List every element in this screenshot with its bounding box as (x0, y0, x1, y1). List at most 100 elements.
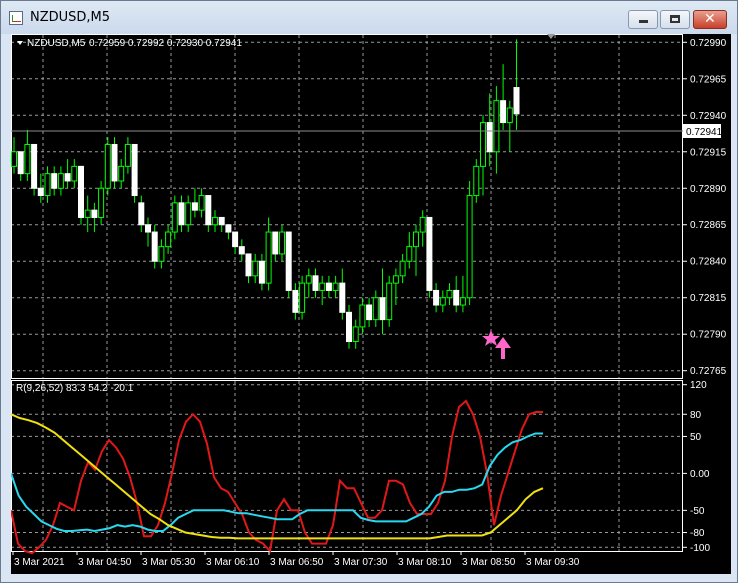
candle-body (506, 107, 513, 124)
candle-body (285, 231, 292, 291)
indicator-tick-label: 80 (690, 410, 702, 421)
time-tick-label: 3 Mar 05:30 (142, 557, 196, 568)
indicator-tick-label: -50 (690, 506, 705, 517)
current-price-label: 0.72941 (686, 127, 723, 138)
candle-body (78, 165, 84, 218)
candle-body (191, 202, 198, 211)
symbol-menu-icon[interactable] (17, 41, 23, 45)
candle-body (459, 297, 466, 306)
indicator-tick-label: 0.00 (690, 469, 710, 480)
candle-body (473, 165, 480, 197)
price-tick-label: 0.72965 (690, 74, 727, 85)
candle-body (406, 246, 413, 262)
candle-body (11, 151, 17, 167)
candle-body (212, 216, 218, 226)
candle-body (131, 143, 138, 197)
indicator-tick-label: -80 (690, 528, 705, 539)
candle-body (258, 260, 265, 284)
candle-body (500, 100, 507, 124)
indicator-tick-label: 120 (690, 380, 707, 391)
candle-body (439, 297, 446, 306)
price-tick-label: 0.72940 (690, 111, 727, 122)
candle-body (238, 246, 245, 255)
candle-body (419, 216, 426, 233)
close-icon: ✕ (704, 11, 716, 27)
symbol-label: NZDUSD,M5 (27, 38, 86, 49)
candle-body (185, 202, 192, 226)
candle-body (279, 231, 285, 255)
candle-body (51, 173, 58, 189)
candle-body (299, 282, 306, 313)
indicator-lines (10, 399, 544, 555)
candle-body (493, 100, 500, 153)
indicator-tick-label: -100 (690, 543, 710, 554)
candle-body (352, 326, 359, 343)
candle-body (171, 202, 178, 233)
candle-body (71, 165, 78, 182)
candle-body (433, 289, 440, 306)
candle-body (91, 209, 98, 218)
candle-body (145, 224, 151, 233)
candle-body (17, 151, 24, 175)
price-tick-label: 0.72765 (690, 366, 727, 377)
candle-body (24, 143, 31, 175)
ohlc-label: 0.72959 0.72992 0.72930 0.72941 (89, 38, 242, 49)
candle-body (399, 260, 406, 277)
candle-body (372, 297, 379, 321)
candle-body (426, 216, 433, 291)
candle-body (332, 282, 339, 291)
candle-body (205, 195, 212, 226)
time-tick-label: 3 Mar 06:10 (206, 557, 260, 568)
maximize-icon (670, 15, 680, 23)
chart-canvas[interactable]: NZDUSD,M5 0.72959 0.72992 0.72930 0.7294… (10, 34, 731, 574)
candle-body (111, 143, 118, 182)
candle-body (366, 304, 373, 321)
candles (11, 39, 520, 349)
price-tick-label: 0.72790 (690, 330, 727, 341)
candle-body (64, 173, 71, 182)
candle-body (386, 282, 393, 321)
price-tick-label: 0.72865 (690, 220, 727, 231)
candle-body (392, 275, 399, 284)
candle-body (218, 216, 225, 226)
candle-body (513, 87, 520, 115)
candle-body (31, 143, 38, 189)
candle-body (319, 282, 326, 291)
candle-body (252, 260, 259, 277)
candle-body (118, 165, 125, 182)
candle-body (486, 122, 493, 153)
indicator-axis: 120 80 50 0.00 -50 -80 -100 (683, 380, 710, 554)
time-tick-label: 3 Mar 06:50 (270, 557, 324, 568)
chart-window: NZDUSD,M5 ✕ NZDUSD,M5 0.72959 0.72992 0.… (0, 0, 738, 583)
time-tick-label: 3 Mar 04:50 (78, 557, 132, 568)
time-tick-label: 3 Mar 09:30 (526, 557, 580, 568)
candle-body (346, 311, 352, 343)
chart-area[interactable]: NZDUSD,M5 0.72959 0.72992 0.72930 0.7294… (10, 34, 731, 574)
indicator-line-r26 (10, 432, 543, 533)
candle-body (104, 143, 111, 189)
candle-body (98, 187, 105, 218)
close-button[interactable]: ✕ (693, 10, 727, 29)
chart-shift-marker-icon[interactable] (547, 34, 555, 39)
title-bar[interactable]: NZDUSD,M5 ✕ (1, 1, 737, 34)
candle-body (225, 224, 232, 233)
minimize-icon (639, 20, 648, 23)
candle-body (359, 304, 366, 328)
maximize-button[interactable] (660, 10, 690, 29)
up-arrow-signal-icon (495, 337, 511, 359)
indicator-tick-label: 50 (690, 432, 702, 443)
chart-grid (11, 35, 683, 551)
candle-body (138, 202, 145, 226)
candle-body (198, 195, 205, 211)
time-tick-label: 3 Mar 07:30 (334, 557, 388, 568)
candle-body (158, 246, 165, 262)
price-tick-label: 0.72915 (690, 147, 727, 158)
candle-body (312, 275, 319, 291)
candle-body (453, 289, 460, 306)
candle-body (37, 187, 44, 197)
minimize-button[interactable] (628, 10, 658, 29)
price-tick-label: 0.72890 (690, 184, 727, 195)
candle-body (339, 282, 346, 313)
candle-body (292, 289, 299, 313)
indicator-panel-frame (11, 380, 683, 552)
